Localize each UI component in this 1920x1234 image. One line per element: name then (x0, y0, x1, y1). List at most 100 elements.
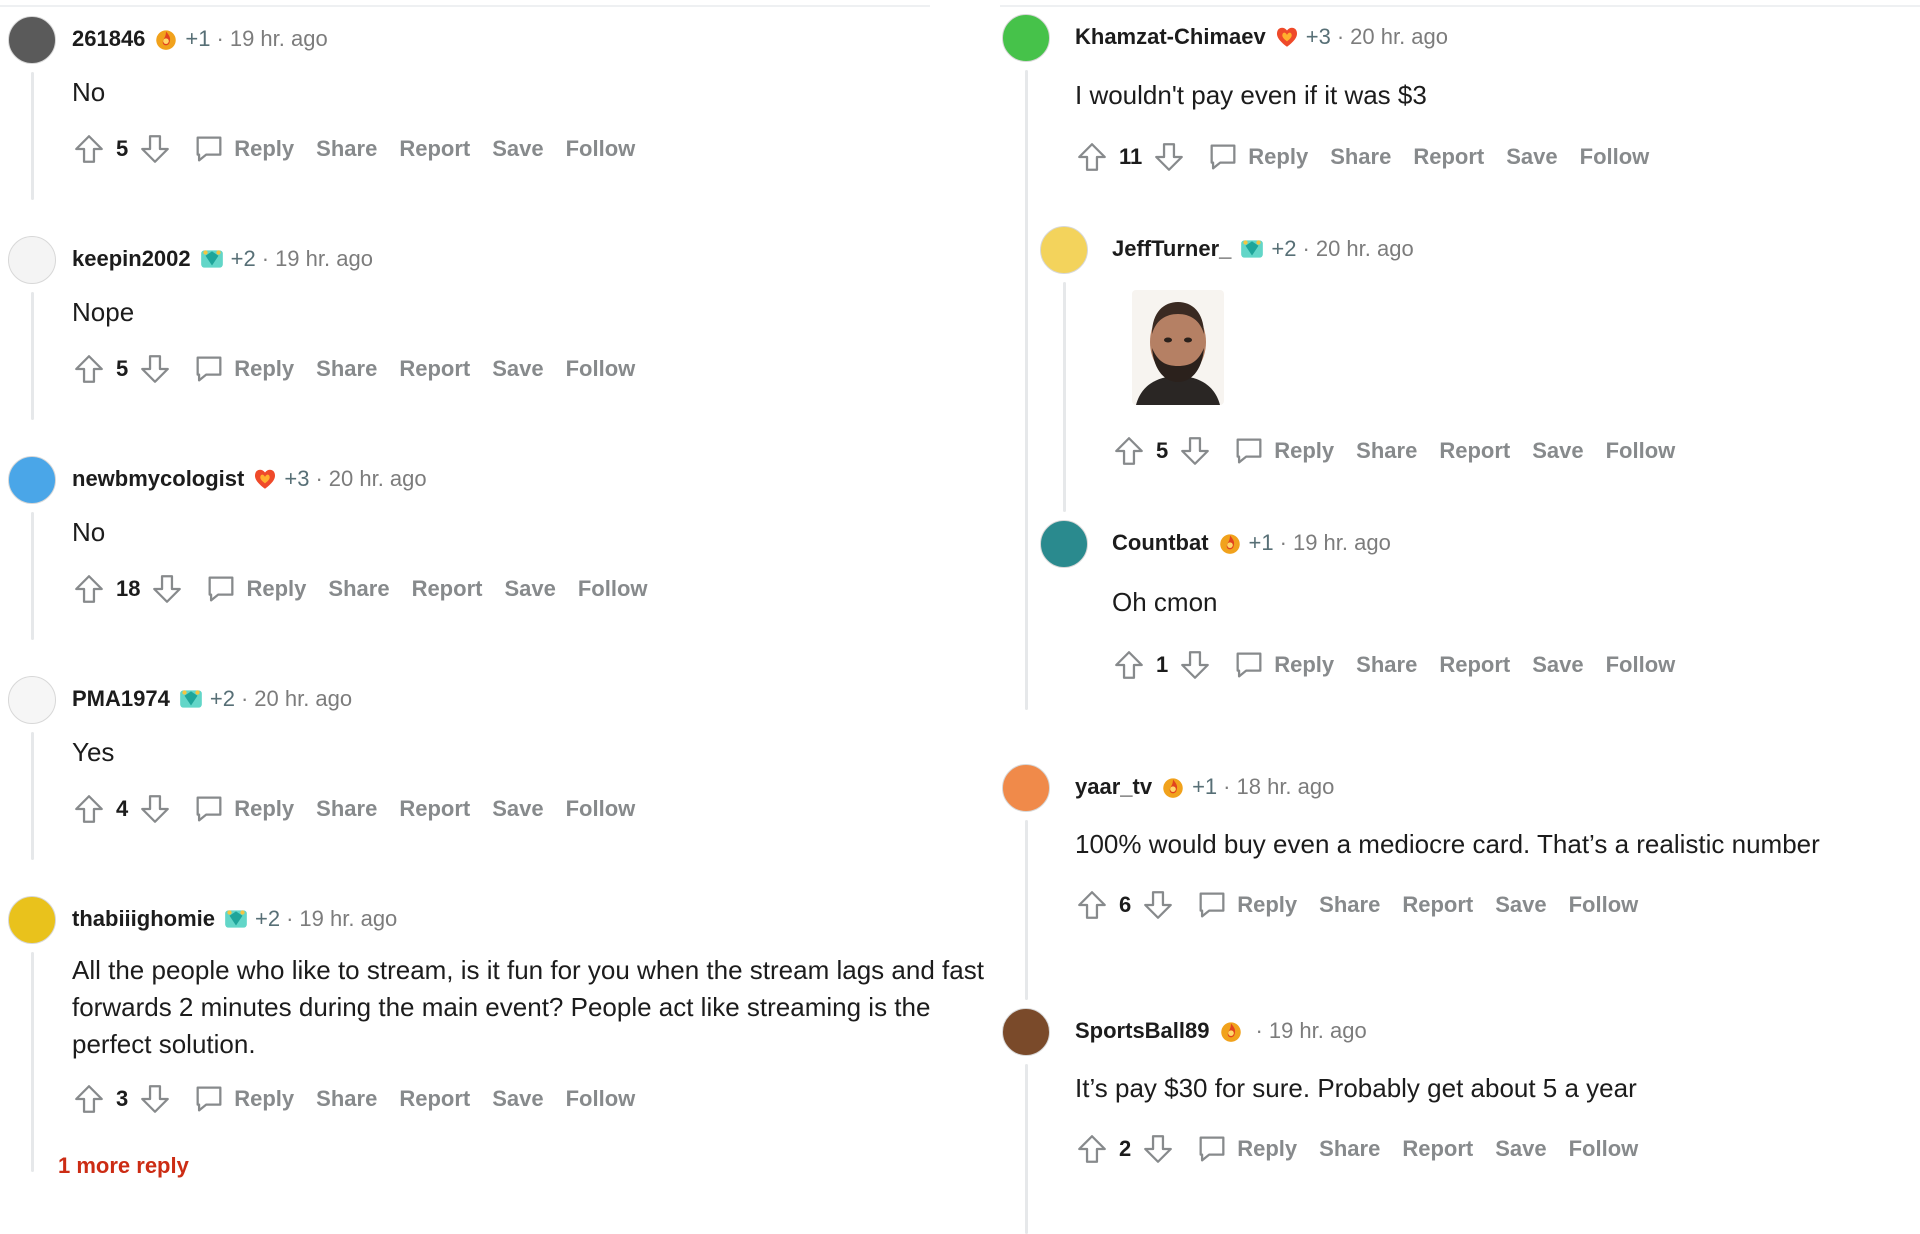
downvote-icon[interactable] (150, 572, 184, 606)
avatar[interactable] (8, 896, 56, 944)
upvote-icon[interactable] (1075, 140, 1109, 174)
avatar[interactable] (1040, 520, 1088, 568)
reply-button[interactable]: Reply (1232, 648, 1334, 682)
downvote-icon[interactable] (138, 352, 172, 386)
timestamp[interactable]: 19 hr. ago (230, 26, 328, 52)
reply-button[interactable]: Reply (1195, 888, 1297, 922)
thread-line[interactable] (31, 952, 34, 1172)
reply-button[interactable]: Reply (204, 572, 306, 606)
upvote-icon[interactable] (1112, 648, 1146, 682)
timestamp[interactable]: 19 hr. ago (1293, 530, 1391, 556)
reply-button[interactable]: Reply (1195, 1132, 1297, 1166)
thread-line[interactable] (31, 72, 34, 200)
timestamp[interactable]: 20 hr. ago (1316, 236, 1414, 262)
downvote-icon[interactable] (138, 132, 172, 166)
username[interactable]: Khamzat-Chimaev (1075, 24, 1266, 50)
timestamp[interactable]: 18 hr. ago (1237, 774, 1335, 800)
upvote-icon[interactable] (72, 132, 106, 166)
avatar[interactable] (1002, 764, 1050, 812)
downvote-icon[interactable] (1178, 434, 1212, 468)
share-button[interactable]: Share (1356, 652, 1417, 678)
thread-line[interactable] (1063, 282, 1066, 512)
thread-line[interactable] (31, 732, 34, 860)
username[interactable]: Countbat (1112, 530, 1209, 556)
follow-button[interactable]: Follow (578, 576, 648, 602)
downvote-icon[interactable] (138, 792, 172, 826)
thread-line[interactable] (1025, 820, 1028, 1000)
username[interactable]: PMA1974 (72, 686, 170, 712)
follow-button[interactable]: Follow (1606, 438, 1676, 464)
reply-image[interactable] (1132, 290, 1224, 405)
downvote-icon[interactable] (1141, 1132, 1175, 1166)
downvote-icon[interactable] (1141, 888, 1175, 922)
award-count[interactable]: +1 (1192, 774, 1217, 800)
save-button[interactable]: Save (492, 136, 543, 162)
reply-button[interactable]: Reply (1232, 434, 1334, 468)
report-button[interactable]: Report (1439, 652, 1510, 678)
save-button[interactable]: Save (492, 1086, 543, 1112)
share-button[interactable]: Share (316, 1086, 377, 1112)
reply-button[interactable]: Reply (192, 792, 294, 826)
follow-button[interactable]: Follow (566, 796, 636, 822)
thread-line[interactable] (31, 292, 34, 420)
upvote-icon[interactable] (1112, 434, 1146, 468)
award-count[interactable]: +1 (185, 26, 210, 52)
thread-line[interactable] (31, 512, 34, 640)
follow-button[interactable]: Follow (566, 356, 636, 382)
username[interactable]: SportsBall89 (1075, 1018, 1210, 1044)
timestamp[interactable]: 19 hr. ago (1269, 1018, 1367, 1044)
award-count[interactable]: +2 (210, 686, 235, 712)
save-button[interactable]: Save (492, 356, 543, 382)
avatar[interactable] (1002, 14, 1050, 62)
report-button[interactable]: Report (1402, 1136, 1473, 1162)
follow-button[interactable]: Follow (1606, 652, 1676, 678)
follow-button[interactable]: Follow (1569, 892, 1639, 918)
save-button[interactable]: Save (504, 576, 555, 602)
award-count[interactable]: +3 (284, 466, 309, 492)
username[interactable]: JeffTurner_ (1112, 236, 1231, 262)
upvote-icon[interactable] (72, 1082, 106, 1116)
downvote-icon[interactable] (138, 1082, 172, 1116)
save-button[interactable]: Save (1495, 892, 1546, 918)
share-button[interactable]: Share (1319, 892, 1380, 918)
username[interactable]: 261846 (72, 26, 145, 52)
reply-button[interactable]: Reply (192, 1082, 294, 1116)
follow-button[interactable]: Follow (1569, 1136, 1639, 1162)
report-button[interactable]: Report (399, 356, 470, 382)
reply-button[interactable]: Reply (192, 352, 294, 386)
share-button[interactable]: Share (328, 576, 389, 602)
award-count[interactable]: +2 (1271, 236, 1296, 262)
avatar[interactable] (8, 16, 56, 64)
report-button[interactable]: Report (1413, 144, 1484, 170)
report-button[interactable]: Report (399, 796, 470, 822)
timestamp[interactable]: 20 hr. ago (329, 466, 427, 492)
timestamp[interactable]: 20 hr. ago (254, 686, 352, 712)
upvote-icon[interactable] (1075, 1132, 1109, 1166)
username[interactable]: newbmycologist (72, 466, 244, 492)
reply-button[interactable]: Reply (192, 132, 294, 166)
save-button[interactable]: Save (1495, 1136, 1546, 1162)
username[interactable]: yaar_tv (1075, 774, 1152, 800)
award-count[interactable]: +1 (1249, 530, 1274, 556)
upvote-icon[interactable] (72, 572, 106, 606)
award-count[interactable]: +2 (231, 246, 256, 272)
follow-button[interactable]: Follow (566, 136, 636, 162)
report-button[interactable]: Report (1439, 438, 1510, 464)
downvote-icon[interactable] (1178, 648, 1212, 682)
avatar[interactable] (1040, 226, 1088, 274)
upvote-icon[interactable] (1075, 888, 1109, 922)
save-button[interactable]: Save (1506, 144, 1557, 170)
save-button[interactable]: Save (1532, 438, 1583, 464)
more-replies-link[interactable]: 1 more reply (58, 1153, 189, 1179)
share-button[interactable]: Share (1319, 1136, 1380, 1162)
share-button[interactable]: Share (316, 796, 377, 822)
timestamp[interactable]: 20 hr. ago (1350, 24, 1448, 50)
timestamp[interactable]: 19 hr. ago (275, 246, 373, 272)
thread-line[interactable] (1025, 1064, 1028, 1234)
save-button[interactable]: Save (492, 796, 543, 822)
share-button[interactable]: Share (316, 356, 377, 382)
report-button[interactable]: Report (412, 576, 483, 602)
upvote-icon[interactable] (72, 792, 106, 826)
avatar[interactable] (1002, 1008, 1050, 1056)
avatar[interactable] (8, 456, 56, 504)
